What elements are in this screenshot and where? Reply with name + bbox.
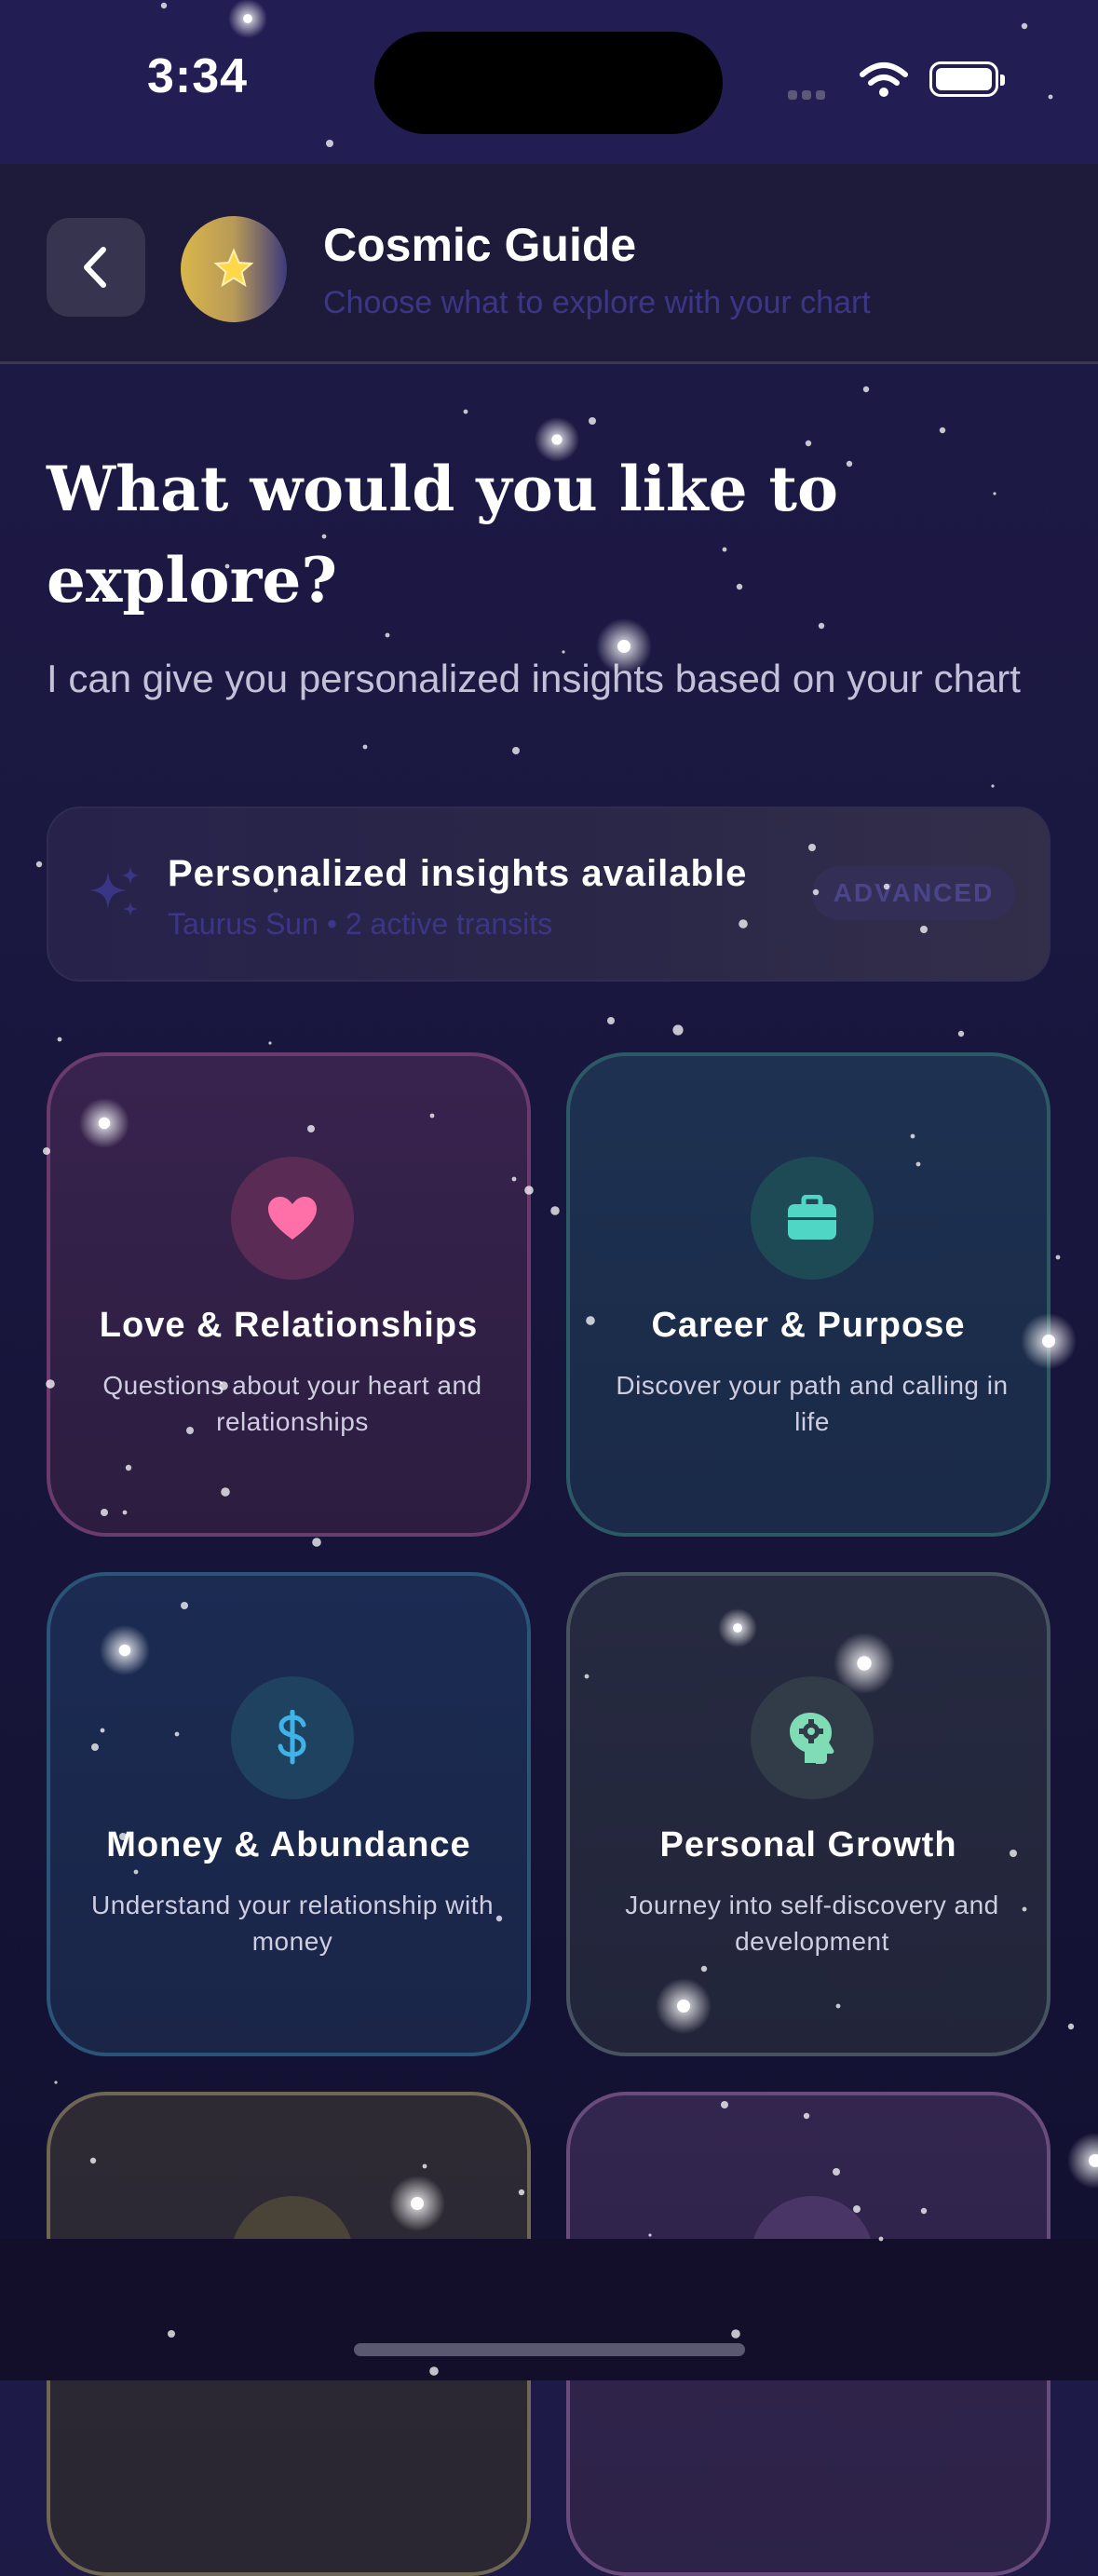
star bbox=[268, 1041, 272, 1045]
insights-banner[interactable]: Personalized insights available Taurus S… bbox=[47, 807, 1051, 982]
wifi-icon bbox=[860, 62, 908, 97]
star bbox=[57, 1037, 62, 1042]
star bbox=[1089, 2154, 1098, 2167]
advanced-badge: ADVANCED bbox=[812, 866, 1015, 920]
star bbox=[385, 632, 390, 638]
star bbox=[1055, 1254, 1061, 1260]
star bbox=[35, 861, 43, 868]
topic-description: Discover your path and calling in life bbox=[616, 1371, 1009, 1436]
star bbox=[957, 1030, 965, 1037]
dollar-icon bbox=[278, 1710, 306, 1765]
page-subtitle: I can give you personalized insights bas… bbox=[47, 657, 1021, 700]
career-icon-circle bbox=[751, 1157, 874, 1280]
love-icon-circle bbox=[231, 1157, 354, 1280]
back-button[interactable] bbox=[47, 218, 145, 317]
star-icon bbox=[213, 248, 254, 288]
topic-title: Career & Purpose bbox=[651, 1306, 966, 1345]
battery-icon bbox=[929, 61, 1005, 97]
heart-icon bbox=[268, 1197, 317, 1240]
star bbox=[312, 1538, 321, 1547]
star bbox=[939, 427, 946, 434]
topic-card-career[interactable]: Career & Purpose Discover your path and … bbox=[566, 1052, 1051, 1537]
topic-description: Journey into self-discovery and developm… bbox=[625, 1891, 999, 1956]
home-indicator[interactable] bbox=[354, 2343, 745, 2356]
star bbox=[672, 1024, 684, 1036]
star bbox=[550, 1206, 560, 1215]
briefcase-icon bbox=[788, 1195, 836, 1240]
star bbox=[589, 417, 596, 425]
cellular-signal-icon bbox=[788, 88, 844, 100]
status-time: 3:34 bbox=[147, 49, 249, 103]
header-title: Cosmic Guide bbox=[323, 219, 637, 271]
guide-avatar bbox=[181, 216, 287, 322]
insights-title: Personalized insights available bbox=[168, 853, 748, 894]
star bbox=[1067, 2023, 1075, 2030]
star bbox=[362, 744, 368, 750]
topic-card-growth[interactable]: Personal Growth Journey into self-discov… bbox=[566, 1572, 1051, 2056]
star bbox=[862, 386, 870, 393]
topic-description: Questions about your heart and relations… bbox=[102, 1371, 482, 1436]
topic-description: Understand your relationship with money bbox=[90, 1891, 495, 1956]
header: Cosmic Guide Choose what to explore with… bbox=[0, 164, 1098, 364]
topic-title: Personal Growth bbox=[659, 1825, 957, 1864]
money-icon-circle bbox=[231, 1676, 354, 1799]
page-title: What would you like to explore? bbox=[47, 453, 839, 617]
insights-subtitle: Taurus Sun • 2 active transits bbox=[168, 907, 553, 941]
star bbox=[991, 784, 995, 788]
topic-card-love[interactable]: Love & Relationships Questions about you… bbox=[47, 1052, 531, 1537]
star bbox=[512, 747, 520, 754]
status-bar: 3:34 bbox=[0, 0, 1098, 164]
bottom-safe-area bbox=[0, 2239, 1098, 2380]
topic-title: Love & Relationships bbox=[99, 1306, 479, 1345]
chevron-left-icon bbox=[84, 247, 106, 288]
star bbox=[54, 2081, 58, 2084]
head-gear-icon bbox=[790, 1713, 834, 1764]
dynamic-island bbox=[374, 32, 723, 134]
header-subtitle: Choose what to explore with your chart bbox=[323, 285, 871, 320]
topic-title: Money & Abundance bbox=[106, 1825, 471, 1864]
sparkles-icon bbox=[89, 866, 140, 916]
star bbox=[463, 409, 468, 414]
star-glow bbox=[1067, 2133, 1098, 2189]
growth-icon-circle bbox=[751, 1676, 874, 1799]
topic-card-money[interactable]: Money & Abundance Understand your relati… bbox=[47, 1572, 531, 2056]
star bbox=[607, 1017, 615, 1024]
